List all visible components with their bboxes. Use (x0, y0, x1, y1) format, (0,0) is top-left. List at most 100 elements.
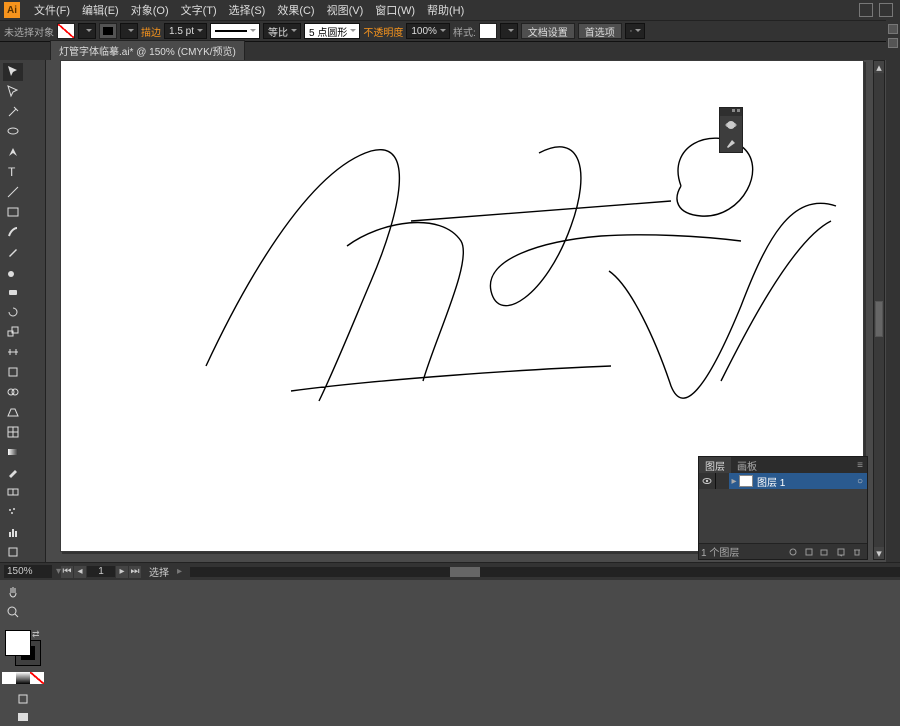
menu-effect[interactable]: 效果(C) (271, 0, 320, 20)
scale-tool[interactable] (3, 323, 23, 341)
stroke-swatch[interactable] (99, 23, 117, 39)
eraser-tool[interactable] (3, 283, 23, 301)
magic-wand-tool[interactable] (3, 103, 23, 121)
make-clipping-mask-icon[interactable] (802, 546, 816, 558)
symbol-sprayer-tool[interactable] (3, 503, 23, 521)
new-layer-icon[interactable] (834, 546, 848, 558)
artboard-tool[interactable] (3, 543, 23, 561)
menu-view[interactable]: 视图(V) (321, 0, 370, 20)
floating-panel-header[interactable] (720, 108, 742, 116)
stroke-profile[interactable] (210, 23, 260, 39)
fill-swatch[interactable] (57, 23, 75, 39)
hand-tool[interactable] (3, 583, 23, 601)
pen-tool[interactable] (3, 143, 23, 161)
arrange-documents-icon[interactable] (859, 3, 873, 17)
document-setup-button[interactable]: 文档设置 (521, 23, 575, 39)
first-artboard-icon[interactable]: ⏮ (61, 566, 73, 578)
menu-window[interactable]: 窗口(W) (369, 0, 421, 20)
tab-layers[interactable]: 图层 (699, 457, 731, 474)
style-dropdown[interactable] (500, 23, 518, 39)
delete-layer-icon[interactable] (850, 546, 864, 558)
floating-panel[interactable] (719, 107, 743, 153)
draw-mode-normal[interactable] (13, 691, 33, 707)
menu-object[interactable]: 对象(O) (125, 0, 175, 20)
brush-definition[interactable]: 5 点圆形 (304, 23, 360, 39)
selection-tool[interactable] (3, 63, 23, 81)
color-mode-row (2, 672, 44, 684)
layer-name[interactable]: 图层 1 (753, 474, 853, 489)
svg-text:T: T (8, 165, 16, 179)
target-icon[interactable]: ○ (853, 476, 867, 487)
stroke-ratio[interactable]: 等比 (263, 23, 301, 39)
menu-type[interactable]: 文字(T) (175, 0, 223, 20)
panel-menu-icon[interactable]: ≡ (853, 460, 867, 471)
line-tool[interactable] (3, 183, 23, 201)
gradient-tool[interactable] (3, 443, 23, 461)
locate-object-icon[interactable] (786, 546, 800, 558)
swap-fill-stroke-icon[interactable]: ⇄ (32, 629, 40, 640)
menu-file[interactable]: 文件(F) (28, 0, 76, 20)
layer-row[interactable]: ▸ 图层 1 ○ (699, 473, 867, 489)
prev-artboard-icon[interactable]: ◂ (74, 566, 86, 578)
fill-stroke-indicator[interactable]: ⇄ (3, 628, 43, 668)
document-tabs: 灯管字体临摹.ai* @ 150% (CMYK/预览) (0, 42, 900, 60)
app-icon: Ai (4, 2, 20, 18)
direct-selection-tool[interactable] (3, 83, 23, 101)
paintbrush-tool[interactable] (3, 223, 23, 241)
rotate-tool[interactable] (3, 303, 23, 321)
fill-dropdown[interactable] (78, 23, 96, 39)
free-transform-tool[interactable] (3, 363, 23, 381)
stroke-weight-field[interactable]: 1.5 pt (164, 23, 207, 39)
next-artboard-icon[interactable]: ▸ (116, 566, 128, 578)
menu-edit[interactable]: 编辑(E) (76, 0, 125, 20)
color-mode-none[interactable] (30, 672, 44, 684)
tab-artboards[interactable]: 画板 (731, 457, 763, 474)
workspace-switcher-icon[interactable] (879, 3, 893, 17)
rectangle-tool[interactable] (3, 203, 23, 221)
opacity-field[interactable]: 100% (406, 23, 450, 39)
screen-mode[interactable] (13, 709, 33, 725)
hscroll-thumb[interactable] (450, 567, 480, 577)
graphic-style-swatch[interactable] (479, 23, 497, 39)
menubar: Ai 文件(F) 编辑(E) 对象(O) 文字(T) 选择(S) 效果(C) 视… (0, 0, 900, 20)
color-mode-gradient[interactable] (16, 672, 30, 684)
last-artboard-icon[interactable]: ⏭ (129, 566, 141, 578)
zoom-tool[interactable] (3, 603, 23, 621)
opacity-label[interactable]: 不透明度 (363, 24, 403, 39)
appearance-panel-icon[interactable] (720, 116, 742, 134)
visibility-toggle[interactable] (699, 473, 715, 489)
shape-builder-tool[interactable] (3, 383, 23, 401)
menu-select[interactable]: 选择(S) (223, 0, 272, 20)
align-to-dropdown[interactable] (625, 23, 645, 39)
stroke-dropdown[interactable] (120, 23, 138, 39)
blend-tool[interactable] (3, 483, 23, 501)
stroke-label[interactable]: 描边 (141, 24, 161, 39)
blob-brush-tool[interactable] (3, 263, 23, 281)
document-tab[interactable]: 灯管字体临摹.ai* @ 150% (CMYK/预览) (50, 40, 245, 60)
zoom-field[interactable]: 150% (4, 565, 52, 578)
width-tool[interactable] (3, 343, 23, 361)
horizontal-scrollbar[interactable] (190, 567, 900, 577)
perspective-grid-tool[interactable] (3, 403, 23, 421)
color-mode-solid[interactable] (2, 672, 16, 684)
graphic-styles-panel-icon[interactable] (720, 134, 742, 152)
scroll-down-icon[interactable]: ▾ (874, 547, 884, 559)
eyedropper-tool[interactable] (3, 463, 23, 481)
fill-indicator[interactable] (5, 630, 31, 656)
new-sublayer-icon[interactable] (818, 546, 832, 558)
artboard-number[interactable]: 1 (87, 566, 115, 577)
vertical-scrollbar[interactable]: ▴ ▾ (873, 60, 885, 560)
preferences-button[interactable]: 首选项 (578, 23, 622, 39)
expand-layer-icon[interactable]: ▸ (729, 476, 739, 487)
pencil-tool[interactable] (3, 243, 23, 261)
mesh-tool[interactable] (3, 423, 23, 441)
scroll-up-icon[interactable]: ▴ (874, 61, 884, 73)
dock-icon-2[interactable] (888, 38, 898, 48)
lasso-tool[interactable] (3, 123, 23, 141)
column-graph-tool[interactable] (3, 523, 23, 541)
scroll-thumb[interactable] (875, 301, 883, 337)
menu-help[interactable]: 帮助(H) (421, 0, 470, 20)
lock-toggle[interactable] (715, 473, 729, 489)
dock-icon-1[interactable] (888, 24, 898, 34)
type-tool[interactable]: T (3, 163, 23, 181)
